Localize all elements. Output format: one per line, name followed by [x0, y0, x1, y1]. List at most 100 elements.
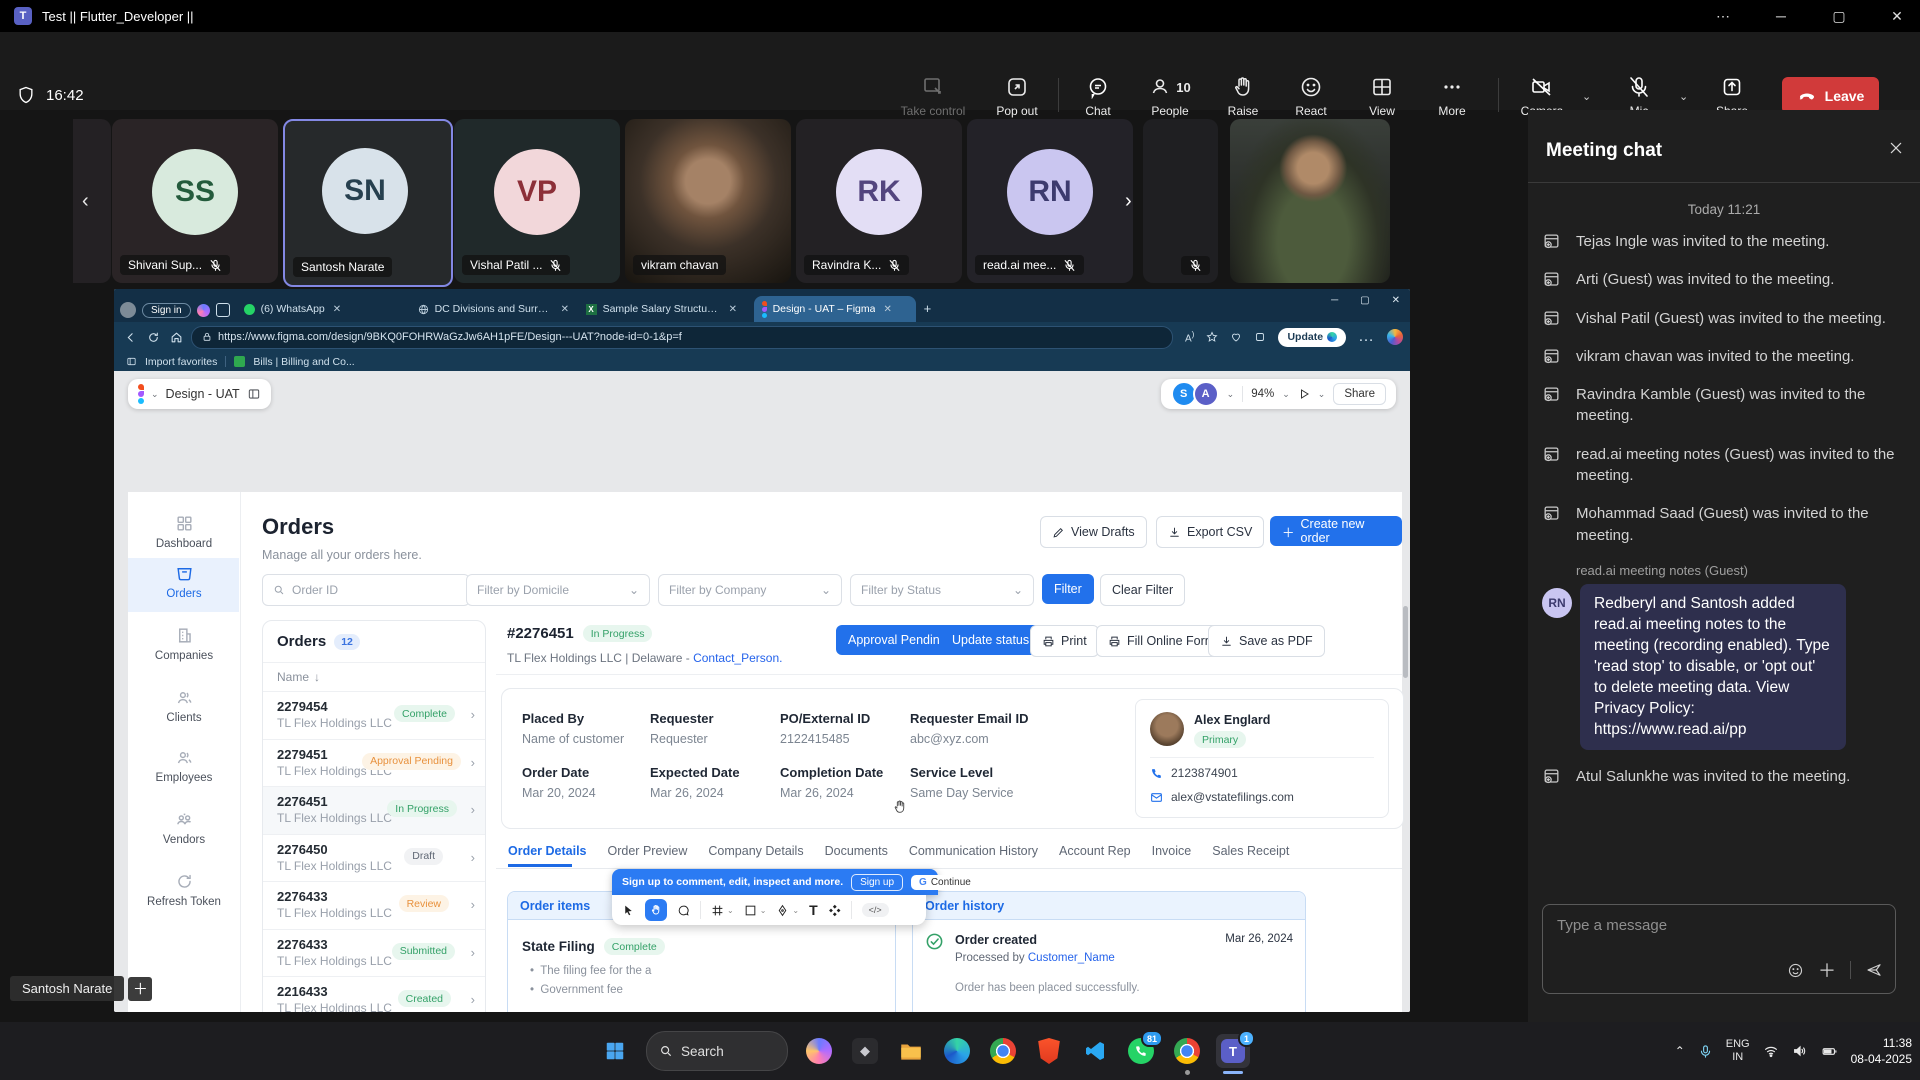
bookmark-link[interactable]: Bills | Billing and Co...	[253, 356, 354, 368]
window-maximize-icon[interactable]: ▢	[1816, 0, 1862, 32]
tab-order-details[interactable]: Order Details	[508, 844, 587, 858]
notion-app-icon[interactable]: ◆	[848, 1034, 882, 1068]
hand-tool-icon[interactable]	[645, 899, 667, 921]
google-continue-button[interactable]: GContinue	[911, 875, 979, 890]
sidebar-item-clients[interactable]: Clients	[130, 688, 238, 724]
browser-tab[interactable]: X Sample Salary Structure with calc✕	[578, 296, 754, 322]
collaborator-avatar[interactable]: A	[1193, 381, 1219, 407]
save-as-pdf-button[interactable]: Save as PDF	[1208, 625, 1325, 657]
chat-close-icon[interactable]	[1888, 140, 1904, 156]
battery-icon[interactable]	[1821, 1043, 1838, 1060]
browser-profile-avatar[interactable]	[120, 302, 136, 318]
tab-close-icon[interactable]: ✕	[333, 304, 341, 315]
send-icon[interactable]	[1865, 961, 1883, 979]
new-tab-icon[interactable]: +	[924, 301, 932, 316]
text-tool-icon[interactable]: T	[809, 902, 818, 918]
pin-presenter-icon[interactable]: ＋	[128, 977, 152, 1001]
tab-invoice[interactable]: Invoice	[1152, 844, 1192, 858]
participant-tile-active-speaker[interactable]: SN Santosh Narate	[283, 119, 453, 287]
attach-plus-icon[interactable]: ＋	[1818, 957, 1836, 983]
participant-tile-partial-right[interactable]	[1143, 119, 1218, 283]
tab-close-icon[interactable]: ✕	[883, 304, 891, 315]
zoom-level[interactable]: 94%	[1251, 388, 1274, 400]
participant-tile[interactable]: RK Ravindra K...	[796, 119, 962, 283]
clock[interactable]: 11:3808-04-2025	[1851, 1035, 1912, 1067]
filter-button[interactable]: Filter	[1042, 574, 1094, 604]
volume-icon[interactable]	[1792, 1043, 1808, 1059]
sidebar-item-orders[interactable]: Orders	[130, 564, 238, 600]
order-list-row[interactable]: 2276450TL Flex Holdings LLC Draft›	[263, 834, 485, 882]
print-button[interactable]: Print	[1030, 625, 1099, 657]
sidebar-item-refresh-token[interactable]: Refresh Token	[130, 872, 238, 908]
order-list-row[interactable]: 2276433TL Flex Holdings LLC Review›	[263, 881, 485, 929]
order-list-row[interactable]: 2216433TL Flex Holdings LLC Created›	[263, 976, 485, 1012]
browser-tab[interactable]: DC Divisions and Surroundings✕	[410, 296, 578, 322]
tab-documents[interactable]: Documents	[825, 844, 888, 858]
filter-domicile-dropdown[interactable]: Filter by Domicile⌄	[466, 574, 650, 606]
chevron-down-icon[interactable]: ⌄	[1227, 389, 1235, 400]
wifi-icon[interactable]	[1763, 1043, 1779, 1059]
tab-close-icon[interactable]: ✕	[729, 304, 737, 315]
home-icon[interactable]	[170, 331, 183, 344]
filter-company-dropdown[interactable]: Filter by Company⌄	[658, 574, 842, 606]
browser-maximize-icon[interactable]: ▢	[1360, 295, 1369, 306]
contact-phone[interactable]: 2123874901	[1171, 766, 1238, 780]
scroll-right-icon[interactable]: ›	[1125, 190, 1132, 213]
browser-update-button[interactable]: Update	[1278, 328, 1346, 347]
chrome-profile-icon[interactable]	[1170, 1034, 1204, 1068]
chevron-down-icon[interactable]: ⌄	[151, 389, 159, 400]
tab-account-rep[interactable]: Account Rep	[1059, 844, 1131, 858]
leave-button[interactable]: Leave	[1782, 77, 1879, 114]
copilot-icon[interactable]	[802, 1034, 836, 1068]
tray-mic-icon[interactable]	[1698, 1044, 1713, 1059]
chrome-icon[interactable]	[986, 1034, 1020, 1068]
layout-panel-icon[interactable]	[247, 387, 261, 401]
camera-options-chevron-icon[interactable]: ⌄	[1582, 90, 1591, 103]
component-tool-icon[interactable]	[828, 904, 841, 917]
browser-tab-active[interactable]: Design - UAT – Figma✕	[754, 296, 916, 322]
order-list-row[interactable]: 2279454TL Flex Holdings LLC Complete›	[263, 691, 485, 739]
start-button[interactable]	[598, 1034, 632, 1068]
figma-share-button[interactable]: Share	[1333, 383, 1386, 405]
sidebar-item-vendors[interactable]: Vendors	[130, 810, 238, 846]
pop-out-button[interactable]: Pop out	[971, 75, 1063, 118]
clear-filter-button[interactable]: Clear Filter	[1100, 574, 1185, 606]
participant-tile[interactable]: VP Vishal Patil ...	[454, 119, 620, 283]
customer-name-link[interactable]: Customer_Name	[1028, 952, 1115, 964]
participant-tile-video[interactable]	[1230, 119, 1390, 283]
tab-sales-receipt[interactable]: Sales Receipt	[1212, 844, 1289, 858]
sidebar-item-companies[interactable]: Companies	[130, 626, 238, 662]
whatsapp-icon[interactable]: 81	[1124, 1034, 1158, 1068]
window-more-icon[interactable]: ⋯	[1700, 0, 1746, 32]
frame-tool-icon[interactable]: ⌄	[711, 904, 734, 917]
tray-chevron-icon[interactable]: ⌃	[1675, 1044, 1685, 1058]
view-drafts-button[interactable]: View Drafts	[1040, 516, 1147, 548]
order-id-search-input[interactable]: Order ID	[262, 574, 470, 606]
column-name[interactable]: Name	[277, 670, 309, 684]
participant-tile[interactable]: SS Shivani Sup...	[112, 119, 278, 283]
taskbar-search[interactable]: Search	[646, 1031, 788, 1071]
browser-workspaces-icon[interactable]	[216, 303, 230, 317]
tab-close-icon[interactable]: ✕	[561, 304, 569, 315]
figma-signup-button[interactable]: Sign up	[851, 874, 903, 891]
browser-tab[interactable]: (6) WhatsApp✕	[236, 296, 410, 322]
browser-signin-button[interactable]: Sign in	[142, 303, 191, 318]
browser-minimize-icon[interactable]: ─	[1331, 295, 1338, 306]
chevron-down-icon[interactable]: ⌄	[1318, 389, 1326, 400]
browser-essentials-icon[interactable]	[1230, 331, 1242, 343]
sort-down-icon[interactable]: ↓	[314, 670, 320, 684]
chat-message-input[interactable]: Type a message ＋	[1542, 904, 1896, 994]
select-tool-icon[interactable]	[622, 904, 635, 917]
import-favorites-link[interactable]: Import favorites	[145, 356, 217, 368]
browser-menu-icon[interactable]: …	[1358, 328, 1375, 346]
order-list-row[interactable]: 2279451TL Flex Holdings LLC Approval Pen…	[263, 739, 485, 787]
favorite-star-icon[interactable]	[1206, 331, 1218, 343]
window-close-icon[interactable]: ✕	[1874, 0, 1920, 32]
vscode-icon[interactable]	[1078, 1034, 1112, 1068]
contact-email[interactable]: alex@vstatefilings.com	[1171, 790, 1294, 804]
browser-copilot-icon[interactable]	[197, 304, 210, 317]
address-field[interactable]: https://www.figma.com/design/9BKQ0FOHRWa…	[191, 326, 1173, 349]
order-list-row-selected[interactable]: 2276451TL Flex Holdings LLC In Progress›	[263, 786, 485, 834]
emoji-icon[interactable]	[1787, 962, 1804, 979]
dev-mode-toggle[interactable]: </>	[862, 903, 889, 917]
